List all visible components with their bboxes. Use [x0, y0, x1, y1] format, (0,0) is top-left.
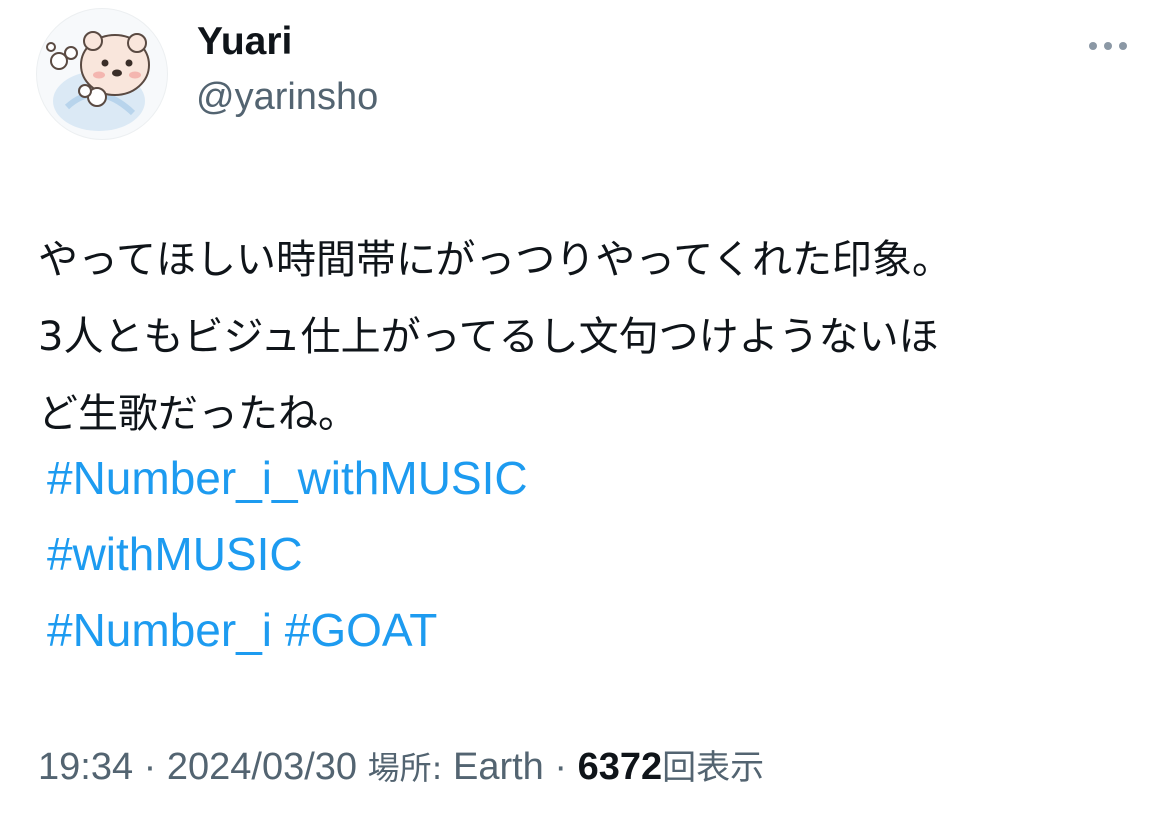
- hashtag-line: #withMUSIC: [47, 516, 528, 592]
- hashtag-link[interactable]: #withMUSIC: [47, 528, 303, 580]
- tweet-text: やってほしい時間帯にがっつりやってくれた印象。 3人ともビジュ仕上がってるし文句…: [38, 222, 1138, 453]
- bear-cartoon-avatar-icon: [46, 31, 150, 131]
- more-horizontal-icon[interactable]: [1085, 34, 1131, 58]
- tweet-time[interactable]: 19:34: [38, 746, 133, 788]
- tweet-text-line: 3人ともビジュ仕上がってるし文句つけようないほ: [38, 314, 939, 360]
- location-label: 場所:: [367, 749, 443, 787]
- avatar[interactable]: [36, 8, 168, 140]
- tweet-card: Yuari @yarinsho やってほしい時間帯にがっつりやってくれた印象。 …: [0, 0, 1170, 824]
- display-name[interactable]: Yuari: [197, 20, 292, 64]
- views-label: 回表示: [662, 748, 765, 788]
- views-count[interactable]: 6372: [578, 746, 663, 788]
- tweet-meta: 19:34 · 2024/03/30 場所: Earth · 6372回表示: [38, 740, 764, 789]
- hashtag-link[interactable]: #Number_i: [47, 604, 272, 656]
- tweet-date[interactable]: 2024/03/30: [167, 746, 357, 788]
- meta-separator: ·: [143, 746, 157, 788]
- hashtag-list: #Number_i_withMUSIC #withMUSIC #Number_i…: [47, 440, 528, 668]
- tweet-text-line: やってほしい時間帯にがっつりやってくれた印象。: [38, 237, 952, 283]
- hashtag-line: #Number_i #GOAT: [47, 592, 528, 668]
- hashtag-link[interactable]: #GOAT: [285, 604, 438, 656]
- location-value: Earth: [452, 746, 544, 788]
- user-handle[interactable]: @yarinsho: [196, 76, 378, 119]
- meta-separator: ·: [554, 746, 568, 788]
- hashtag-line: #Number_i_withMUSIC: [47, 440, 528, 516]
- hashtag-link[interactable]: #Number_i_withMUSIC: [47, 452, 528, 504]
